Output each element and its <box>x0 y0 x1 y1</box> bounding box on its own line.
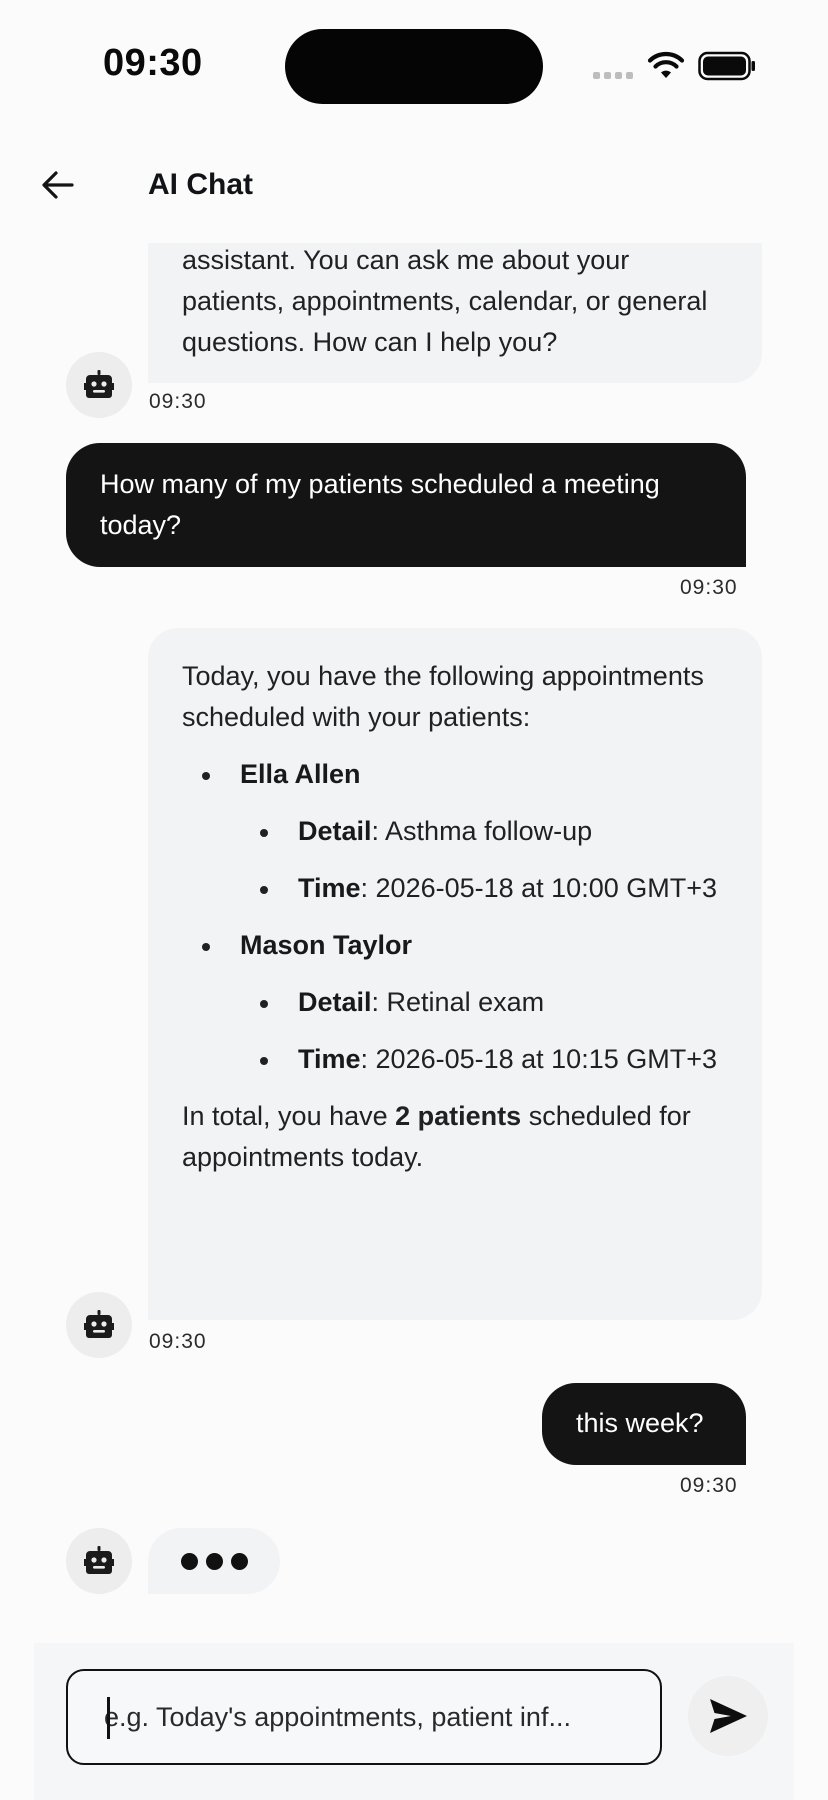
message-timestamp: 09:30 <box>149 1330 207 1353</box>
typing-dot <box>205 1552 223 1570</box>
user-message-text: this week? <box>576 1408 704 1438</box>
appointments-total-text: In total, you have 2 patients scheduled … <box>182 1101 691 1172</box>
wifi-icon <box>647 52 685 78</box>
appointment-patient-name: Ella Allen <box>182 754 728 795</box>
user-message-bubble: How many of my patients scheduled a meet… <box>66 443 746 567</box>
appointment-time: Time: 2026-05-18 at 10:00 GMT+3 <box>182 868 728 909</box>
user-message-bubble: this week? <box>542 1383 746 1465</box>
page-title: AI Chat <box>148 168 253 201</box>
send-button[interactable] <box>688 1676 768 1756</box>
bot-avatar <box>66 1292 132 1358</box>
appointment-detail: Detail: Retinal exam <box>182 982 728 1023</box>
user-message-text: How many of my patients scheduled a meet… <box>100 469 660 540</box>
dynamic-island <box>285 29 543 104</box>
message-timestamp: 09:30 <box>680 1474 738 1497</box>
battery-icon <box>698 51 755 81</box>
message-timestamp: 09:30 <box>149 390 207 413</box>
robot-icon <box>84 1310 114 1338</box>
ai-chat-screen: 09:30 AI Chat assistant. You can ask me … <box>0 0 828 1800</box>
robot-icon <box>84 370 114 398</box>
cellular-signal-icon <box>593 72 633 79</box>
appointments-intro-text: Today, you have the following appointmen… <box>182 661 704 732</box>
robot-icon <box>84 1546 114 1574</box>
appointment-detail: Detail: Asthma follow-up <box>182 811 728 852</box>
appointment-time: Time: 2026-05-18 at 10:15 GMT+3 <box>182 1039 728 1080</box>
status-time: 09:30 <box>103 42 203 84</box>
message-input[interactable] <box>66 1669 662 1765</box>
appointment-patient-name: Mason Taylor <box>182 925 728 966</box>
bot-message-bubble: Today, you have the following appointmen… <box>148 628 762 1320</box>
bot-avatar <box>66 352 132 418</box>
chat-message-list[interactable]: assistant. You can ask me about your pat… <box>0 243 828 1643</box>
appointments-list: Ella Allen Detail: Asthma follow-up Time… <box>182 754 728 1080</box>
bot-message-bubble: assistant. You can ask me about your pat… <box>148 243 762 383</box>
typing-dot <box>230 1552 248 1570</box>
typing-dot <box>180 1552 198 1570</box>
bot-avatar <box>66 1528 132 1594</box>
bot-message-text: assistant. You can ask me about your pat… <box>182 245 708 357</box>
typing-indicator <box>148 1528 280 1594</box>
send-icon <box>710 1699 747 1733</box>
message-timestamp: 09:30 <box>680 576 738 599</box>
text-caret <box>107 1697 110 1739</box>
back-arrow-icon[interactable] <box>38 165 78 205</box>
message-composer <box>34 1643 794 1800</box>
